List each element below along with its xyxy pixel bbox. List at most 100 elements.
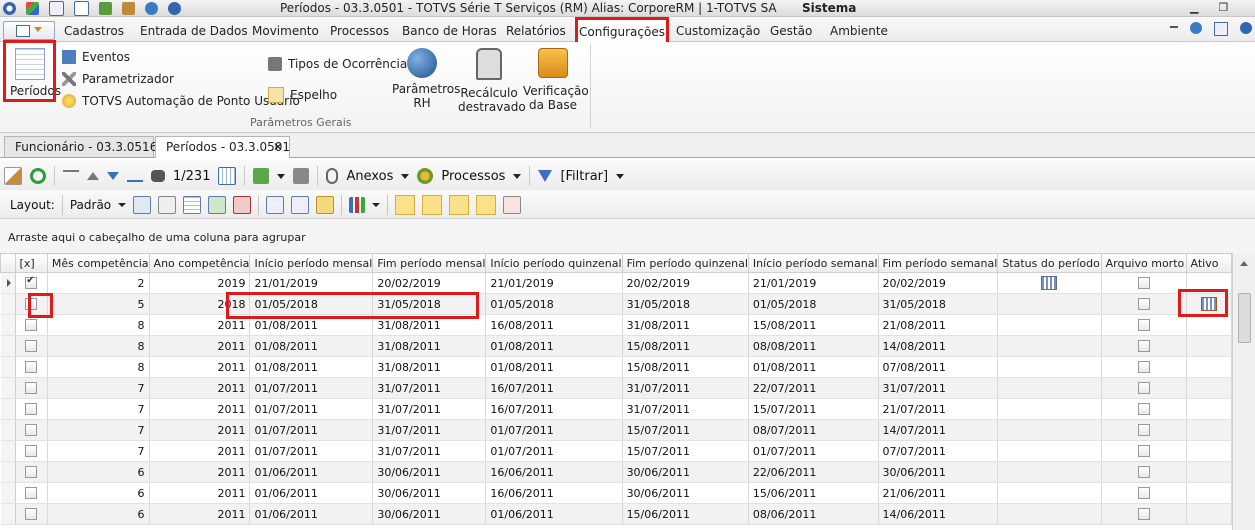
doc-tab-periodos[interactable]: Períodos - 03.3.0501 ✕ — [155, 136, 290, 158]
help-icon[interactable] — [168, 2, 181, 15]
mes-cell[interactable]: 8 — [47, 335, 150, 357]
tipos-ocorrencia-button[interactable]: Tipos de Ocorrência — [268, 57, 407, 71]
inicio-mensal-cell[interactable]: 01/07/2011 — [249, 419, 374, 441]
view-mode-1-icon[interactable] — [395, 195, 416, 215]
close-icon[interactable]: ✕ — [273, 137, 283, 158]
arquivo-morto-cell[interactable] — [1101, 503, 1187, 525]
recalculo-button[interactable]: Recálculo destravado — [458, 48, 526, 114]
ativo-cell[interactable] — [1186, 482, 1233, 504]
note-icon[interactable] — [316, 196, 335, 214]
fim-quinzenal-cell[interactable]: 15/08/2011 — [622, 356, 749, 378]
tab-gestao[interactable]: Gestão — [770, 17, 812, 41]
mes-cell[interactable]: 6 — [47, 461, 150, 483]
filter-icon[interactable] — [538, 170, 553, 182]
arquivo-morto-cell[interactable] — [1101, 356, 1187, 378]
tab-customizacao[interactable]: Customização — [676, 17, 760, 41]
status-cell[interactable] — [997, 314, 1102, 336]
status-cell[interactable] — [997, 272, 1102, 294]
mes-cell[interactable]: 6 — [47, 503, 150, 525]
mes-cell[interactable]: 7 — [47, 419, 150, 441]
status-cell[interactable] — [997, 503, 1102, 525]
ativo-cell[interactable] — [1186, 335, 1233, 357]
view-mode-4-icon[interactable] — [476, 195, 497, 215]
column-header[interactable]: Mês competência — [46, 253, 150, 273]
fim-quinzenal-cell[interactable]: 15/07/2011 — [622, 419, 749, 441]
export-icon[interactable] — [99, 2, 112, 15]
inicio-mensal-cell[interactable]: 01/06/2011 — [249, 461, 374, 483]
column-header[interactable]: Status do período — [997, 253, 1102, 273]
fim-semanal-cell[interactable]: 31/07/2011 — [878, 377, 999, 399]
chevron-down-icon[interactable] — [616, 173, 625, 179]
filtrar-button[interactable]: [Filtrar] — [560, 169, 608, 184]
fim-quinzenal-cell[interactable]: 31/07/2011 — [622, 398, 749, 420]
mes-cell[interactable]: 8 — [47, 356, 150, 378]
fim-semanal-cell[interactable]: 20/02/2019 — [878, 272, 999, 294]
fim-mensal-cell[interactable]: 31/08/2011 — [372, 335, 487, 357]
inicio-semanal-cell[interactable]: 08/06/2011 — [748, 503, 879, 525]
layout-copy-icon[interactable] — [158, 196, 177, 214]
status-cell[interactable] — [997, 293, 1102, 315]
parametros-rh-button[interactable]: Parâmetros RH — [392, 48, 460, 112]
column-header[interactable]: Arquivo morto — [1100, 253, 1187, 273]
binoculars-icon[interactable] — [151, 170, 165, 182]
arquivo-morto-cell[interactable] — [1101, 419, 1187, 441]
scroll-thumb[interactable] — [1238, 293, 1251, 343]
processos-button[interactable]: Processos — [441, 169, 505, 184]
inicio-mensal-cell[interactable]: 01/07/2011 — [249, 377, 374, 399]
doc-tab-funcionario[interactable]: Funcionário - 03.3.0516 — [4, 136, 157, 157]
layout-grid-icon[interactable] — [183, 196, 202, 214]
inicio-semanal-cell[interactable]: 21/01/2019 — [748, 272, 879, 294]
ativo-cell[interactable] — [1186, 398, 1233, 420]
mes-cell[interactable]: 7 — [47, 398, 150, 420]
inicio-quinzenal-cell[interactable]: 16/07/2011 — [485, 398, 623, 420]
arquivo-morto-checkbox[interactable] — [1137, 340, 1150, 352]
select-cell[interactable] — [15, 377, 48, 399]
parametrizador-button[interactable]: Parametrizador — [62, 72, 174, 86]
ano-cell[interactable]: 2019 — [149, 272, 251, 294]
print-icon[interactable] — [293, 168, 310, 184]
fim-mensal-cell[interactable]: 31/07/2011 — [372, 440, 487, 462]
select-cell[interactable] — [15, 482, 48, 504]
inicio-quinzenal-cell[interactable]: 01/06/2011 — [485, 503, 623, 525]
fim-semanal-cell[interactable]: 21/07/2011 — [878, 398, 999, 420]
inicio-mensal-cell[interactable]: 01/06/2011 — [249, 503, 374, 525]
inicio-quinzenal-cell[interactable]: 16/06/2011 — [485, 482, 623, 504]
arquivo-morto-cell[interactable] — [1101, 314, 1187, 336]
table-row[interactable]: 7 2011 01/07/2011 31/07/2011 01/07/2011 15/07… — [0, 440, 1233, 462]
chevron-down-icon[interactable] — [401, 173, 410, 179]
palette-icon[interactable] — [26, 2, 39, 15]
ativo-cell[interactable] — [1186, 419, 1233, 441]
fim-mensal-cell[interactable]: 30/06/2011 — [372, 482, 487, 504]
inicio-semanal-cell[interactable]: 15/08/2011 — [748, 314, 879, 336]
inicio-semanal-cell[interactable]: 08/07/2011 — [748, 419, 879, 441]
chevron-down-icon[interactable] — [277, 173, 286, 179]
arquivo-morto-checkbox[interactable] — [1137, 403, 1150, 415]
table-row[interactable]: 6 2011 01/06/2011 30/06/2011 16/06/2011 30/06… — [0, 461, 1233, 483]
view-mode-2-icon[interactable] — [422, 195, 443, 215]
select-cell[interactable] — [15, 335, 48, 357]
fim-semanal-cell[interactable]: 14/08/2011 — [878, 335, 999, 357]
inicio-quinzenal-cell[interactable]: 01/07/2011 — [485, 440, 623, 462]
next-record-icon[interactable] — [107, 172, 119, 180]
column-header[interactable]: Ano competência — [148, 253, 251, 273]
fim-quinzenal-cell[interactable]: 15/06/2011 — [622, 503, 749, 525]
column-header[interactable]: Ativo — [1185, 253, 1233, 273]
tab-cadastros[interactable]: Cadastros — [62, 17, 126, 41]
row-indicator[interactable] — [0, 356, 16, 378]
fim-quinzenal-cell[interactable]: 31/05/2018 — [622, 293, 749, 315]
row-checkbox[interactable] — [25, 445, 38, 457]
inicio-semanal-cell[interactable]: 01/07/2011 — [748, 440, 879, 462]
row-indicator[interactable] — [0, 482, 16, 504]
row-checkbox[interactable] — [25, 487, 38, 499]
column-header[interactable]: Fim período mensal — [372, 253, 487, 273]
row-indicator[interactable] — [0, 377, 16, 399]
table-row[interactable]: 8 2011 01/08/2011 31/08/2011 16/08/2011 31/08… — [0, 314, 1233, 336]
chevron-down-icon[interactable] — [513, 173, 522, 179]
tab-banco-de-horas[interactable]: Banco de Horas — [402, 17, 497, 41]
arquivo-morto-checkbox[interactable] — [1137, 277, 1150, 289]
verificacao-base-button[interactable]: Verificação da Base — [523, 48, 589, 112]
chevron-down-icon[interactable] — [118, 203, 127, 207]
select-cell[interactable] — [15, 461, 48, 483]
inicio-quinzenal-cell[interactable]: 16/08/2011 — [485, 314, 623, 336]
row-checkbox[interactable] — [25, 361, 38, 373]
